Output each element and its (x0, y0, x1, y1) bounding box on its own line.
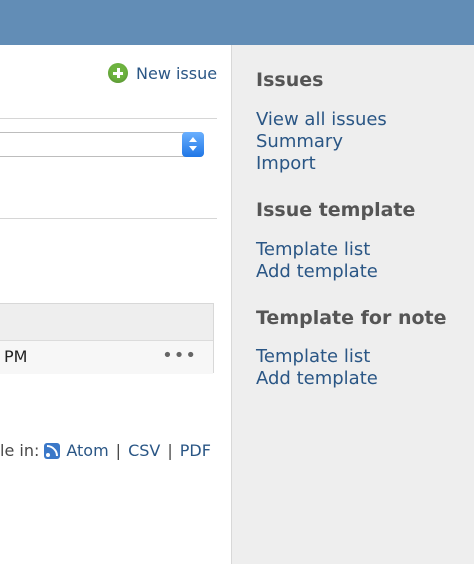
issue-template-list-link[interactable]: Template list (256, 239, 370, 260)
summary-link[interactable]: Summary (256, 131, 343, 152)
table-header (0, 304, 213, 341)
pdf-link[interactable]: PDF (180, 441, 211, 460)
issue-add-template-link[interactable]: Add template (256, 261, 378, 282)
divider (0, 118, 217, 119)
import-link[interactable]: Import (256, 153, 316, 174)
export-formats: le in: Atom | CSV | PDF (0, 441, 211, 460)
issues-table: PM ••• (0, 303, 214, 374)
sidebar-heading-template-for-note: Template for note (256, 307, 447, 329)
add-circle-icon (108, 63, 128, 83)
note-template-list-link[interactable]: Template list (256, 346, 370, 367)
time-cell: PM (4, 347, 28, 366)
divider (0, 218, 217, 219)
table-row[interactable]: PM ••• (0, 341, 213, 374)
separator: | (115, 441, 122, 460)
separator: | (167, 441, 173, 460)
atom-link[interactable]: Atom (66, 441, 108, 460)
more-actions-icon[interactable]: ••• (162, 345, 197, 366)
rss-feed-icon[interactable] (44, 442, 61, 459)
top-header-bar (0, 0, 474, 45)
export-prefix: le in: (0, 441, 40, 460)
note-add-template-link[interactable]: Add template (256, 368, 378, 389)
sidebar-heading-issue-template: Issue template (256, 199, 416, 221)
new-issue-link[interactable]: New issue (108, 62, 217, 84)
csv-link[interactable]: CSV (128, 441, 160, 460)
query-select[interactable] (0, 132, 204, 157)
view-all-issues-link[interactable]: View all issues (256, 109, 387, 130)
sidebar-heading-issues: Issues (256, 69, 324, 91)
new-issue-label: New issue (136, 63, 218, 83)
select-arrows-icon[interactable] (182, 132, 204, 157)
